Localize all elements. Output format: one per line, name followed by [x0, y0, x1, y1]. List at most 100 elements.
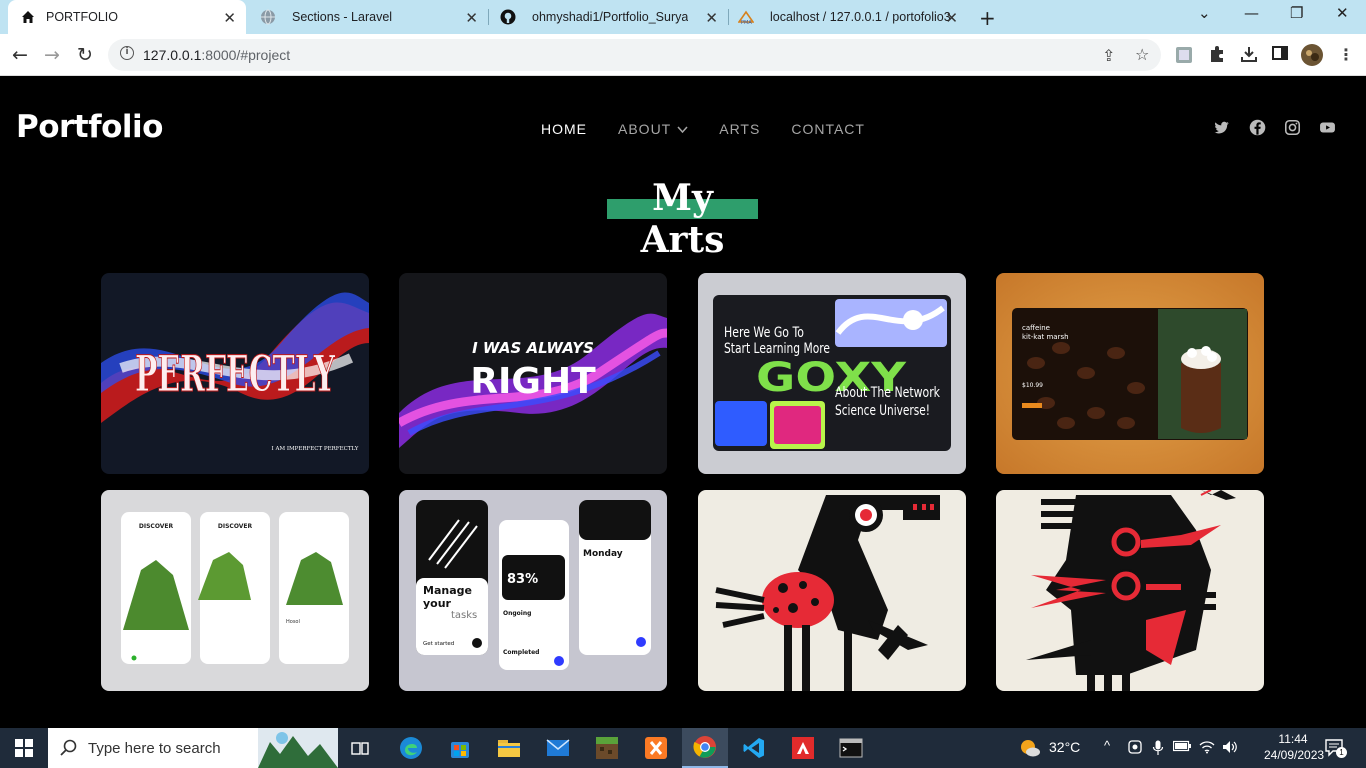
art-card-perfectly[interactable]: PERFECTLY I AM IMPERFECT PERFECTLY — [101, 273, 369, 474]
close-tab-icon[interactable]: ✕ — [465, 9, 478, 27]
nav-about[interactable]: ABOUT — [618, 121, 688, 137]
clock-time: 11:44 — [1278, 732, 1308, 746]
svg-text:DISCOVER: DISCOVER — [139, 523, 174, 530]
close-window-button[interactable]: ✕ — [1336, 4, 1349, 22]
instagram-icon[interactable] — [1284, 119, 1301, 140]
perfectly-text: PERFECTLY — [135, 344, 336, 403]
art-card-bird[interactable] — [698, 490, 966, 691]
svg-text:Science Universe!: Science Universe! — [835, 403, 930, 419]
share-icon[interactable]: ⇪ — [1102, 46, 1115, 65]
svg-text:Completed: Completed — [503, 649, 539, 656]
always-text: I WAS ALWAYS — [472, 339, 594, 357]
art-card-discover[interactable]: DISCOVER DISCOVER Hosol — [101, 490, 369, 691]
notification-count: 1 — [1336, 747, 1347, 758]
meet-now-icon[interactable] — [1128, 740, 1142, 757]
home-icon — [20, 9, 36, 25]
edge-icon[interactable] — [396, 728, 426, 768]
art-card-tasks[interactable]: Manage your tasks Get started 83% Ongoin… — [399, 490, 667, 691]
svg-text:Get started: Get started — [423, 641, 454, 647]
art-card-face[interactable] — [996, 490, 1264, 691]
site-info-icon[interactable]: i — [120, 46, 134, 60]
reload-button[interactable]: ↻ — [77, 44, 93, 66]
svg-text:Here We Go To: Here We Go To — [724, 325, 804, 341]
chevron-down-icon — [677, 126, 688, 134]
svg-text:Hosol: Hosol — [286, 619, 300, 625]
tab-phpmyadmin[interactable]: PMA localhost / 127.0.0.1 / portofolio3 … — [730, 0, 968, 34]
svg-text:tasks: tasks — [451, 610, 477, 621]
facebook-icon[interactable] — [1249, 119, 1266, 140]
notification-center-icon[interactable]: 1 — [1324, 737, 1347, 760]
new-tab-button[interactable]: + — [979, 6, 996, 30]
svg-text:Ongoing: Ongoing — [503, 610, 531, 617]
minimize-button[interactable]: — — [1244, 4, 1259, 22]
microphone-icon[interactable] — [1152, 740, 1164, 759]
search-icon — [60, 739, 77, 756]
tab-github[interactable]: ohmyshadi1/Portfolio_Surya ✕ — [490, 0, 728, 34]
battery-icon[interactable] — [1172, 740, 1191, 755]
forward-button[interactable]: → — [44, 44, 60, 66]
side-panel-icon[interactable] — [1272, 45, 1288, 65]
phpmyadmin-icon: PMA — [738, 9, 754, 25]
extension-image-icon[interactable] — [1175, 46, 1193, 68]
terminal-icon[interactable] — [836, 728, 866, 768]
chrome-taskbar-icon[interactable] — [682, 728, 728, 768]
mail-icon[interactable] — [543, 728, 573, 768]
tab-sections-laravel[interactable]: Sections - Laravel ✕ — [250, 0, 488, 34]
close-tab-icon[interactable]: ✕ — [223, 9, 236, 27]
xampp-icon[interactable] — [641, 728, 671, 768]
close-tab-icon[interactable]: ✕ — [705, 9, 718, 27]
twitter-icon[interactable] — [1213, 119, 1230, 140]
close-tab-icon[interactable]: ✕ — [945, 9, 958, 27]
svg-text:DISCOVER: DISCOVER — [218, 523, 253, 530]
task-view-icon[interactable] — [345, 728, 375, 768]
svg-text:kit-kat marsh: kit-kat marsh — [1022, 333, 1069, 341]
portfolio-site: Portfolio HOME ABOUT ARTS CONTACT My Art… — [0, 77, 1366, 728]
svg-text:PMA: PMA — [741, 20, 752, 25]
file-explorer-icon[interactable] — [494, 728, 524, 768]
browser-tab-strip: PORTFOLIO ✕ Sections - Laravel ✕ ohmysha… — [0, 0, 1366, 34]
art-card-right[interactable]: I WAS ALWAYS RIGHT — [399, 273, 667, 474]
download-icon[interactable] — [1240, 45, 1258, 67]
tab-search-icon[interactable]: ⌄ — [1198, 4, 1211, 22]
volume-icon[interactable] — [1222, 740, 1238, 757]
bookmark-star-icon[interactable]: ☆ — [1135, 45, 1149, 64]
show-hidden-icons-chevron-icon[interactable]: ^ — [1104, 738, 1110, 753]
svg-text:caffeine: caffeine — [1022, 324, 1050, 332]
url-text[interactable]: 127.0.0.1:8000/#project — [143, 47, 290, 63]
svg-text:Manage: Manage — [423, 584, 472, 597]
address-bar[interactable]: i 127.0.0.1:8000/#project ⇪ ☆ — [108, 39, 1161, 71]
weather-icon[interactable] — [1018, 728, 1042, 768]
section-title: My Arts — [640, 177, 725, 261]
weather-temperature[interactable]: 32°C — [1049, 739, 1080, 755]
clock[interactable]: 11:44 24/09/2023 — [1264, 732, 1325, 762]
art-card-goxy[interactable]: Here We Go To Start Learning More GOXY A… — [698, 273, 966, 474]
youtube-icon[interactable] — [1319, 119, 1336, 140]
amd-icon[interactable] — [788, 728, 818, 768]
taskbar-search[interactable]: Type here to search — [48, 728, 338, 768]
browser-toolbar: ← → ↻ i 127.0.0.1:8000/#project ⇪ ☆ ⋮ — [0, 34, 1366, 76]
vscode-icon[interactable] — [739, 728, 769, 768]
start-button[interactable] — [0, 728, 48, 768]
svg-text:About The Network: About The Network — [835, 385, 941, 401]
svg-text:83%: 83% — [507, 572, 538, 587]
restore-button[interactable]: ❐ — [1290, 4, 1303, 22]
windows-logo-icon — [15, 739, 33, 757]
art-card-coffee[interactable]: caffeine kit-kat marsh $10.99 — [996, 273, 1264, 474]
extensions-puzzle-icon[interactable] — [1208, 45, 1226, 67]
section-heading: My Arts — [607, 177, 758, 261]
nav-arts[interactable]: ARTS — [719, 121, 760, 137]
microsoft-store-icon[interactable] — [445, 728, 475, 768]
browser-menu-icon[interactable]: ⋮ — [1338, 45, 1354, 64]
svg-text:your: your — [423, 597, 452, 610]
back-button[interactable]: ← — [12, 44, 28, 66]
nav-home[interactable]: HOME — [541, 121, 587, 137]
svg-text:$10.99: $10.99 — [1022, 382, 1043, 389]
profile-avatar[interactable] — [1301, 44, 1323, 70]
clock-date: 24/09/2023 — [1264, 748, 1325, 762]
svg-text:Monday: Monday — [583, 549, 623, 559]
minecraft-icon[interactable] — [592, 728, 622, 768]
wifi-icon[interactable] — [1199, 740, 1215, 757]
site-logo[interactable]: Portfolio — [16, 109, 163, 145]
nav-contact[interactable]: CONTACT — [791, 121, 865, 137]
tab-portfolio[interactable]: PORTFOLIO ✕ — [8, 0, 246, 34]
